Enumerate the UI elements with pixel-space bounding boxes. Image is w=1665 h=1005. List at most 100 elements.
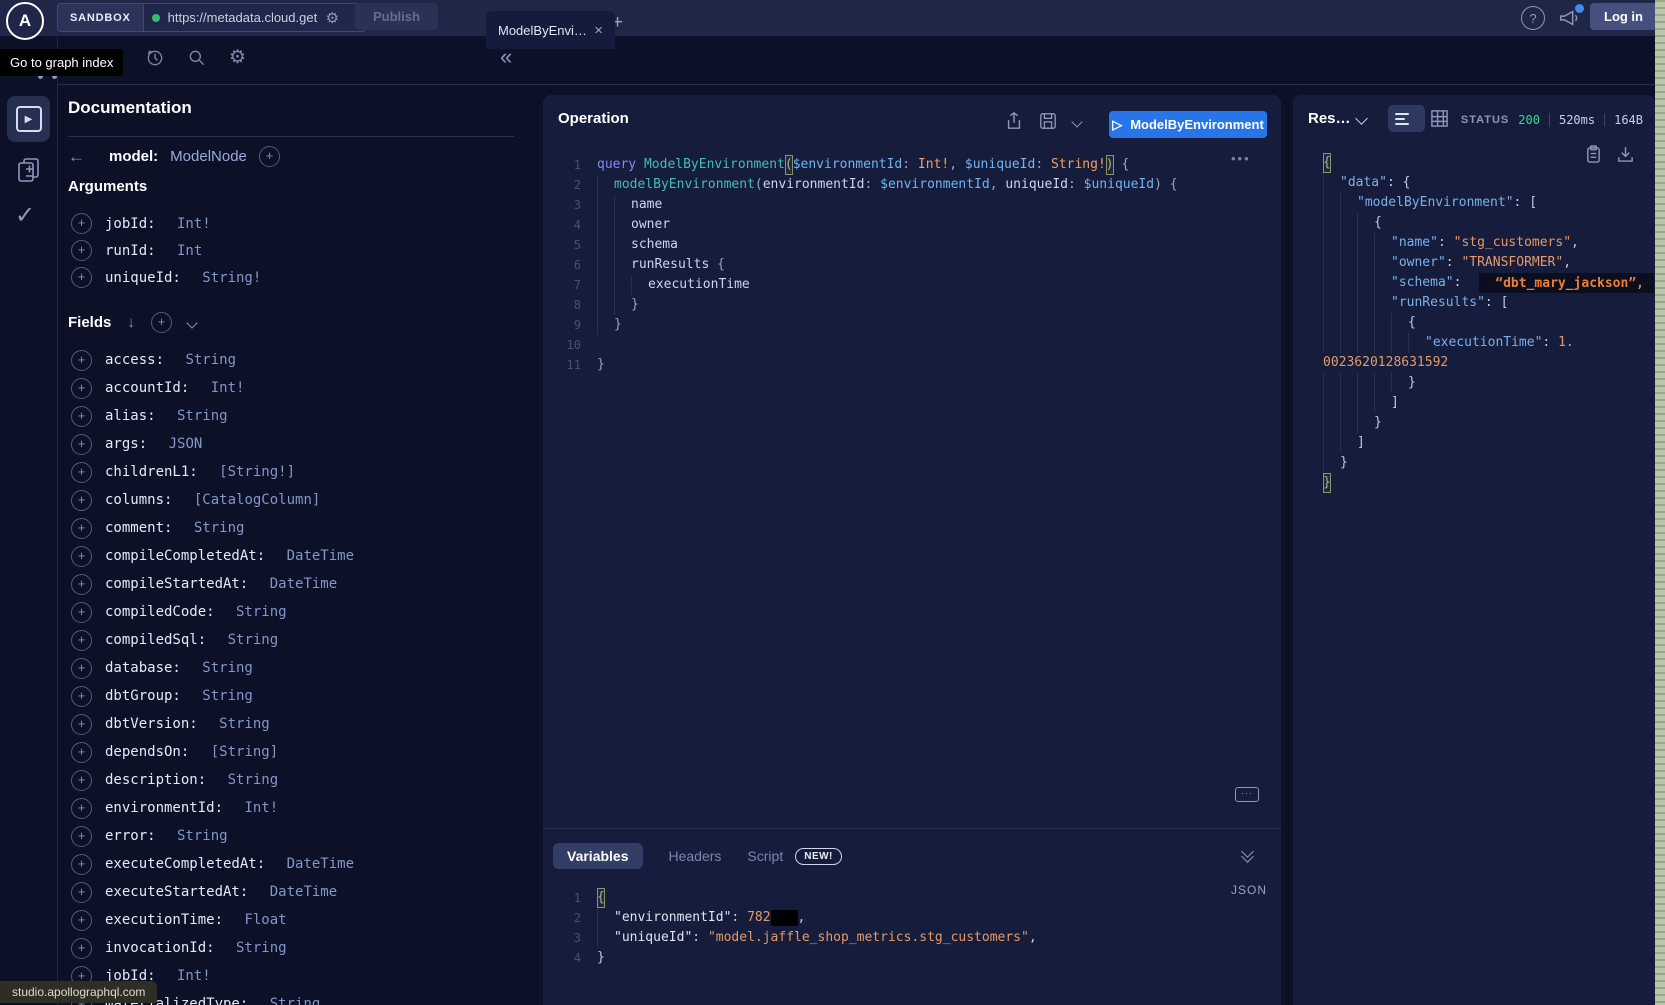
field-name[interactable]: executionTime:: [105, 912, 223, 928]
field-type[interactable]: DateTime: [278, 856, 354, 872]
add-field-button[interactable]: +: [71, 267, 92, 288]
docs-type-link[interactable]: ModelNode: [170, 148, 247, 165]
field-type[interactable]: String: [228, 604, 287, 620]
field-type[interactable]: [String!]: [211, 464, 295, 480]
code-line[interactable]: {: [1323, 213, 1665, 233]
field-name[interactable]: compileCompletedAt:: [105, 548, 265, 564]
field-name[interactable]: compiledSql:: [105, 632, 206, 648]
settings-gear-icon[interactable]: ⚙: [229, 48, 246, 68]
back-arrow-icon[interactable]: ←: [68, 147, 85, 167]
field-type[interactable]: DateTime: [278, 548, 354, 564]
field-name[interactable]: executeStartedAt:: [105, 884, 248, 900]
code-line[interactable]: 1{: [551, 888, 1251, 908]
tab-close-icon[interactable]: ×: [594, 22, 603, 39]
code-line[interactable]: }: [1323, 413, 1665, 433]
code-line[interactable]: 2modelByEnvironment(environmentId: $envi…: [551, 175, 1251, 195]
code-line[interactable]: 0023620128631592: [1323, 353, 1665, 373]
field-type[interactable]: [String]: [202, 744, 278, 760]
field-type[interactable]: String: [228, 940, 287, 956]
code-line[interactable]: 4}: [551, 948, 1251, 968]
field-name[interactable]: executeCompletedAt:: [105, 856, 265, 872]
code-line[interactable]: "executionTime": 1.: [1323, 333, 1665, 353]
keyboard-shortcuts-icon[interactable]: ···: [1235, 787, 1259, 802]
field-name[interactable]: columns:: [105, 492, 172, 508]
add-field-button[interactable]: +: [71, 742, 92, 763]
field-type[interactable]: String: [169, 408, 228, 424]
field-name[interactable]: dependsOn:: [105, 744, 189, 760]
field-type[interactable]: String!: [194, 270, 261, 286]
code-line[interactable]: }: [1323, 473, 1665, 493]
code-line[interactable]: }: [1323, 453, 1665, 473]
field-type[interactable]: DateTime: [261, 576, 337, 592]
add-field-button[interactable]: +: [71, 350, 92, 371]
endpoint-url-box[interactable]: https://metadata.cloud.get ⚙: [144, 4, 365, 31]
field-name[interactable]: alias:: [105, 408, 156, 424]
field-name[interactable]: uniqueId:: [105, 270, 181, 286]
code-line[interactable]: 1query ModelByEnvironment($environmentId…: [551, 155, 1251, 175]
add-field-button[interactable]: +: [71, 462, 92, 483]
field-name[interactable]: error:: [105, 828, 156, 844]
field-name[interactable]: comment:: [105, 520, 172, 536]
field-name[interactable]: description:: [105, 772, 206, 788]
sidebar-item-checks[interactable]: ✓: [15, 201, 35, 230]
code-line[interactable]: {: [1323, 313, 1665, 333]
add-all-fields-button[interactable]: +: [259, 146, 280, 167]
table-view-toggle[interactable]: [1430, 109, 1449, 133]
field-name[interactable]: args:: [105, 436, 147, 452]
field-type[interactable]: String: [261, 996, 320, 1005]
code-line[interactable]: "modelByEnvironment": [: [1323, 193, 1665, 213]
collapse-panel-icon[interactable]: [1240, 847, 1254, 863]
field-name[interactable]: invocationId:: [105, 940, 215, 956]
tree-view-toggle[interactable]: [1388, 105, 1425, 132]
field-name[interactable]: runId:: [105, 243, 156, 259]
add-field-button[interactable]: +: [71, 938, 92, 959]
code-line[interactable]: 7executionTime: [551, 275, 1251, 295]
field-name[interactable]: compiledCode:: [105, 604, 215, 620]
field-type[interactable]: Int!: [169, 968, 211, 984]
code-line[interactable]: "name": "stg_customers",: [1323, 233, 1665, 253]
response-chevron-icon[interactable]: [1355, 112, 1368, 125]
sidebar-item-explorer[interactable]: ▶: [7, 96, 50, 142]
save-icon[interactable]: [1039, 112, 1057, 135]
add-field-button[interactable]: +: [71, 406, 92, 427]
sidebar-item-changelog[interactable]: [16, 156, 42, 189]
field-type[interactable]: Float: [236, 912, 287, 928]
add-field-button[interactable]: +: [71, 854, 92, 875]
field-type[interactable]: String: [194, 688, 253, 704]
share-icon[interactable]: [1005, 111, 1023, 136]
field-type[interactable]: String: [219, 772, 278, 788]
add-field-button[interactable]: +: [71, 882, 92, 903]
field-name[interactable]: dbtVersion:: [105, 716, 198, 732]
field-type[interactable]: Int!: [202, 380, 244, 396]
add-field-button[interactable]: +: [71, 686, 92, 707]
field-name[interactable]: database:: [105, 660, 181, 676]
history-icon[interactable]: [145, 48, 165, 68]
add-field-button[interactable]: +: [71, 602, 92, 623]
tab-script[interactable]: Script: [747, 848, 783, 864]
code-line[interactable]: 10: [551, 335, 1251, 355]
field-type[interactable]: String: [185, 520, 244, 536]
field-type[interactable]: String: [211, 716, 270, 732]
field-type[interactable]: DateTime: [261, 884, 337, 900]
field-name[interactable]: accountId:: [105, 380, 189, 396]
add-field-button[interactable]: +: [71, 770, 92, 791]
add-field-button[interactable]: +: [71, 714, 92, 735]
add-field-button[interactable]: +: [71, 518, 92, 539]
field-type[interactable]: Int!: [236, 800, 278, 816]
variables-editor[interactable]: 1{2"environmentId": 782,3"uniqueId": "mo…: [551, 888, 1251, 968]
add-field-button[interactable]: +: [71, 910, 92, 931]
code-line[interactable]: "data": {: [1323, 173, 1665, 193]
add-field-button[interactable]: +: [71, 546, 92, 567]
field-name[interactable]: jobId:: [105, 216, 156, 232]
code-line[interactable]: 11}: [551, 355, 1251, 375]
field-type[interactable]: Int: [169, 243, 203, 259]
field-type[interactable]: String: [177, 352, 236, 368]
download-response-icon[interactable]: [1617, 145, 1634, 169]
run-operation-button[interactable]: ▷ ModelByEnvironment: [1109, 111, 1267, 138]
endpoint-url[interactable]: https://metadata.cloud.get: [168, 10, 318, 25]
add-field-button[interactable]: +: [71, 658, 92, 679]
query-editor[interactable]: 1query ModelByEnvironment($environmentId…: [551, 155, 1251, 375]
operation-tab[interactable]: ModelByEnvi… ×: [486, 11, 615, 49]
add-field-button[interactable]: +: [71, 630, 92, 651]
code-line[interactable]: 9}: [551, 315, 1251, 335]
